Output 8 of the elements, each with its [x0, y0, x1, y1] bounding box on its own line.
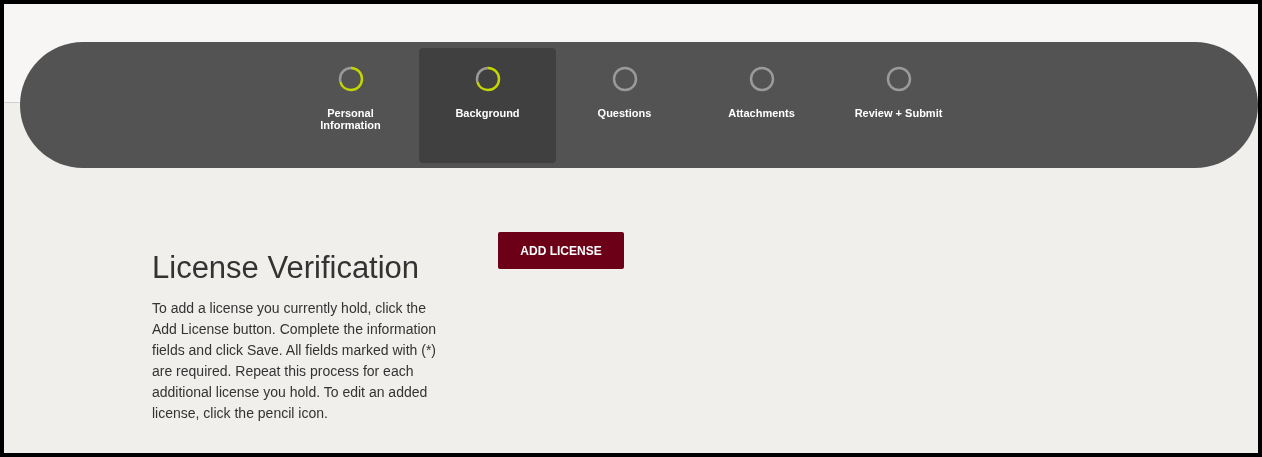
step-tab[interactable]: Questions — [556, 48, 693, 163]
step-tab[interactable]: Background — [419, 48, 556, 163]
section-description: To add a license you currently hold, click the Add License button. Complete the information fields and click Save. All fields marked with (*) are required. Repeat this process for each additional license you hold. To edit an added license, click the pencil icon. — [152, 299, 438, 423]
section-title: License Verification — [152, 249, 421, 287]
step-tab[interactable]: Personal Information — [282, 48, 419, 163]
step-tab[interactable]: Review + Submit — [830, 48, 967, 163]
step-tab[interactable]: Attachments — [693, 48, 830, 163]
add-license-button[interactable]: ADD LICENSE — [498, 232, 624, 269]
